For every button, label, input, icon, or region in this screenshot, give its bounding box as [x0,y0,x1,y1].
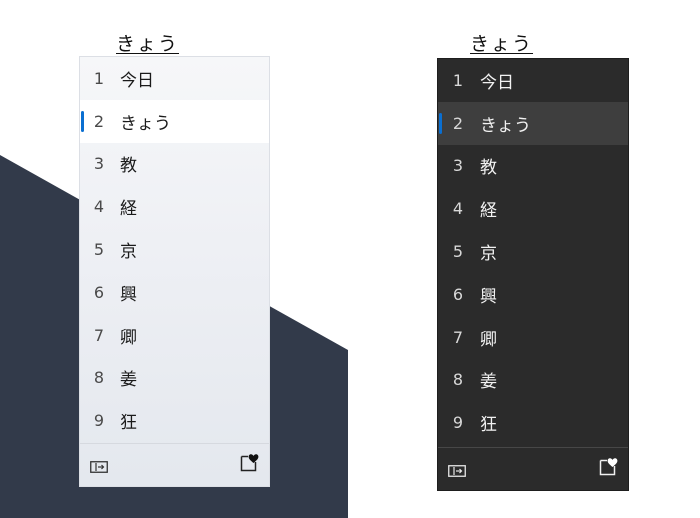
candidate-number: 5 [452,242,464,262]
candidate-number: 8 [452,370,464,390]
candidate-word: きょう [480,115,531,136]
candidate-number: 3 [93,154,105,174]
favorite-icon[interactable] [599,456,619,480]
composition-text-dark: きょう [470,33,534,55]
candidate-item[interactable]: 4経 [438,187,628,230]
selection-indicator [439,112,442,134]
candidate-item-selected[interactable]: 2 きょう [80,99,269,143]
candidate-item-selected[interactable]: 2 きょう [438,101,628,145]
candidate-footer-light [80,443,269,486]
candidate-word: 経 [480,201,497,222]
candidate-item[interactable]: 6興 [438,273,628,316]
candidate-number: 2 [452,113,464,133]
candidate-window-dark: 1 今日 2 きょう 3教 4経 5京 6興 7卿 8姜 9狂 [437,58,629,491]
candidate-item[interactable]: 7卿 [80,314,269,357]
candidate-item[interactable]: 3教 [80,143,269,186]
candidate-word: 京 [480,244,497,265]
candidate-number: 9 [93,411,105,431]
selection-indicator [81,110,84,132]
candidate-word: 今日 [120,70,154,91]
candidate-number: 2 [93,111,105,131]
candidate-word: 今日 [480,72,514,93]
candidate-number: 8 [93,368,105,388]
candidate-word: 興 [480,286,497,307]
candidate-item[interactable]: 1 今日 [80,57,269,100]
candidate-number: 5 [93,240,105,260]
expand-candidates-icon[interactable] [448,462,466,481]
candidate-word: 狂 [480,415,497,436]
candidate-item[interactable]: 3教 [438,145,628,188]
candidate-item[interactable]: 9狂 [438,401,628,444]
candidate-item[interactable]: 1 今日 [438,59,628,102]
candidate-number: 6 [93,282,105,302]
candidate-word: 教 [120,156,137,177]
candidate-window-light: 1 今日 2 きょう 3教 4経 5京 6興 7卿 8姜 9狂 [79,56,270,487]
candidate-number: 4 [93,197,105,217]
candidate-word: 狂 [120,413,137,434]
candidate-number: 1 [452,70,464,90]
candidate-item[interactable]: 4経 [80,185,269,228]
candidate-item[interactable]: 8姜 [80,357,269,400]
candidate-word: 卿 [480,329,497,350]
candidate-item[interactable]: 7卿 [438,316,628,359]
candidate-item[interactable]: 5京 [80,228,269,271]
candidate-word: きょう [120,113,171,134]
candidate-word: 京 [120,242,137,263]
candidate-item[interactable]: 6興 [80,271,269,314]
candidate-item[interactable]: 9狂 [80,399,269,442]
candidate-word: 卿 [120,327,137,348]
candidate-item[interactable]: 8姜 [438,359,628,402]
candidate-number: 6 [452,284,464,304]
candidate-word: 姜 [480,372,497,393]
candidate-list-dark: 1 今日 2 きょう 3教 4経 5京 6興 7卿 8姜 9狂 [438,59,628,444]
candidate-number: 7 [93,325,105,345]
candidate-word: 興 [120,284,137,305]
candidate-item[interactable]: 5京 [438,230,628,273]
candidate-number: 1 [93,68,105,88]
candidate-number: 7 [452,327,464,347]
candidate-number: 3 [452,156,464,176]
candidate-word: 経 [120,199,137,220]
candidate-word: 教 [480,158,497,179]
candidate-number: 9 [452,413,464,433]
expand-candidates-icon[interactable] [90,458,108,477]
candidate-footer-dark [438,447,628,490]
candidate-word: 姜 [120,370,137,391]
candidate-list-light: 1 今日 2 きょう 3教 4経 5京 6興 7卿 8姜 9狂 [80,57,269,442]
composition-text-light: きょう [116,33,180,55]
candidate-number: 4 [452,199,464,219]
favorite-icon[interactable] [240,452,260,476]
